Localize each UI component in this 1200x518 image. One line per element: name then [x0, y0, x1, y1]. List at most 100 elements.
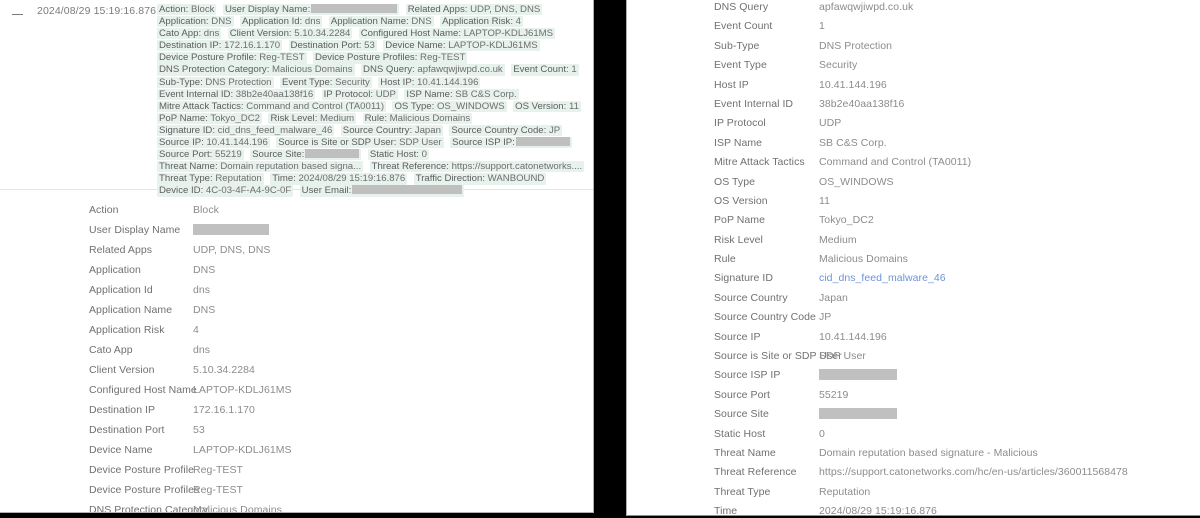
detail-label: Event Type [714, 59, 767, 72]
event-field-tag[interactable]: ISP Name: SB C&S Corp. [404, 88, 519, 100]
event-field-tag[interactable]: Traffic Direction: WANBOUND [413, 173, 547, 185]
event-field-tag[interactable]: Configured Host Name: LAPTOP-KDLJ61MS [358, 28, 556, 40]
detail-value: https://support.catonetworks.com/hc/en-u… [819, 466, 1128, 479]
event-field-tag[interactable]: Sub-Type: DNS Protection [157, 76, 274, 88]
event-field-tag[interactable]: Threat Name: Domain reputation based sig… [157, 161, 364, 173]
detail-row: IP Protocol UDP [627, 112, 1200, 131]
detail-value: DNS Protection [819, 39, 893, 52]
event-field-tag-key: Related Apps: [407, 4, 468, 15]
event-summary-header: 2024/08/29 15:19:16.876 Action: Block Us… [0, 0, 593, 197]
detail-value: Reg-TEST [193, 484, 243, 496]
detail-label: Mitre Attack Tactics [714, 156, 805, 169]
event-field-tag[interactable]: Source is Site or SDP User: SDP User [276, 137, 444, 149]
event-field-tag[interactable]: Device ID: 4C-03-4F-A4-9C-0F [157, 185, 294, 197]
event-field-tag[interactable]: Event Count: 1 [511, 64, 579, 76]
screenshot-root: 2024/08/29 15:19:16.876 Action: Block Us… [0, 0, 1200, 518]
event-field-tag[interactable]: Event Internal ID: 38b2e40aa138f16 [157, 88, 316, 100]
event-field-tag[interactable]: Action: Block [157, 4, 217, 16]
event-field-tag[interactable]: Source Site: [250, 149, 362, 161]
event-field-tag[interactable]: Application Id: dns [239, 16, 323, 28]
detail-label: Application Name [89, 304, 173, 316]
event-field-tag-value: 4 [513, 16, 522, 28]
event-field-tag-value: apfawqwjiwpd.co.uk [414, 64, 503, 76]
event-field-tag[interactable]: Static Host: 0 [367, 149, 429, 161]
event-field-tag-key: Source Port: [159, 149, 213, 161]
event-field-tag-key: Threat Name: [159, 161, 218, 173]
event-field-tag[interactable]: Device Posture Profile: Reg-TEST [157, 52, 307, 64]
event-field-tag[interactable]: Threat Reference: https://support.catone… [369, 161, 585, 173]
event-field-tag-value: 0 [418, 149, 427, 161]
detail-label: User Display Name [89, 224, 181, 236]
event-field-tag[interactable]: Destination Port: 53 [288, 40, 377, 52]
event-field-tag-key: ISP Name: [406, 88, 453, 100]
event-field-tag[interactable]: Signature ID: cid_dns_feed_malware_46 [157, 124, 335, 137]
event-field-tag[interactable]: User Display Name: [222, 4, 400, 16]
event-field-tag[interactable]: Device Name: LAPTOP-KDLJ61MS [383, 40, 540, 52]
detail-label: Device Posture Profiles [89, 484, 200, 496]
event-field-tag[interactable]: Rule: Malicious Domains [362, 112, 473, 125]
event-field-tag[interactable]: Destination IP: 172.16.1.170 [157, 40, 283, 52]
event-field-tag-value: DNS Protection [202, 76, 272, 88]
detail-label: Signature ID [714, 272, 773, 285]
detail-value: OS_WINDOWS [819, 175, 894, 188]
event-field-tag[interactable]: Time: 2024/08/29 15:19:16.876 [270, 173, 408, 185]
event-field-tag[interactable]: Event Type: Security [279, 76, 372, 88]
event-field-tag[interactable]: OS Version: 11 [513, 100, 581, 112]
event-field-tag[interactable]: PoP Name: Tokyo_DC2 [157, 112, 262, 125]
detail-label: Threat Reference [714, 466, 797, 479]
event-field-tag-value: 5.10.34.2284 [291, 28, 351, 40]
detail-value: Japan [819, 291, 848, 304]
event-field-tag[interactable]: Application: DNS [157, 16, 234, 28]
detail-value: 53 [193, 424, 205, 436]
event-field-tag[interactable]: Source Country Code: JP [449, 124, 563, 137]
event-field-tag[interactable]: Source ISP IP: [450, 137, 572, 149]
detail-value: dns [193, 284, 211, 296]
event-field-tag[interactable]: OS Type: OS_WINDOWS [392, 100, 507, 112]
event-field-tag-value: 10.41.144.196 [414, 76, 479, 88]
event-field-tag[interactable]: DNS Query: apfawqwjiwpd.co.uk [361, 64, 505, 76]
event-field-tag[interactable]: Application Risk: 4 [440, 16, 524, 28]
detail-row: Sub-Type DNS Protection [627, 35, 1200, 54]
event-field-tag-value: https://support.catonetworks.... [448, 161, 583, 173]
detail-row: Source Port 55219 [627, 384, 1200, 403]
event-field-tag[interactable]: Source IP: 10.41.144.196 [157, 137, 270, 149]
event-field-tag[interactable]: Mitre Attack Tactics: Command and Contro… [157, 100, 387, 112]
event-field-tag-key: Device Name: [385, 40, 446, 52]
event-field-tag[interactable]: Cato App: dns [157, 28, 222, 40]
detail-row: Event Type Security [627, 54, 1200, 73]
event-field-tag-key: Device Posture Profiles: [315, 52, 418, 64]
detail-label: Application Id [89, 284, 153, 296]
minus-icon[interactable] [12, 10, 23, 19]
detail-label: Threat Name [714, 446, 776, 459]
event-field-tag[interactable]: Source Country: Japan [340, 124, 443, 137]
detail-value: Medium [819, 233, 857, 246]
event-field-tag[interactable]: Risk Level: Medium [268, 112, 357, 125]
event-field-tag[interactable]: Client Version: 5.10.34.2284 [227, 28, 353, 40]
detail-label: Action [89, 204, 119, 216]
detail-value: LAPTOP-KDLJ61MS [193, 384, 292, 396]
detail-row: Time 2024/08/29 15:19:16.876 [627, 500, 1200, 515]
event-field-tag-value: UDP [373, 88, 396, 100]
event-field-tag[interactable]: Source Port: 55219 [157, 149, 244, 161]
detail-value-link[interactable]: cid_dns_feed_malware_46 [819, 272, 946, 284]
event-field-tag[interactable]: Related Apps: UDP, DNS, DNS [405, 4, 543, 16]
event-field-tag-key: Source Country: [342, 124, 413, 136]
event-field-tag[interactable]: User Email: [299, 185, 465, 197]
event-field-tag[interactable]: Application Name: DNS [328, 16, 434, 28]
event-field-tag[interactable]: Device Posture Profiles: Reg-TEST [313, 52, 468, 64]
detail-row: Cato App dns [0, 339, 593, 359]
event-field-tag-key: DNS Protection Category: [159, 64, 270, 76]
event-field-tag-value: Malicious Domains [269, 64, 353, 76]
event-field-tag[interactable]: IP Protocol: UDP [321, 88, 398, 100]
event-field-tag-value: cid_dns_feed_malware_46 [215, 124, 333, 136]
detail-value: 38b2e40aa138f16 [819, 97, 905, 110]
event-field-tag-key: User Display Name: [224, 4, 311, 15]
redacted-value [193, 224, 269, 235]
event-field-tag[interactable]: DNS Protection Category: Malicious Domai… [157, 64, 355, 76]
event-field-tag[interactable]: Threat Type: Reputation [157, 173, 264, 185]
event-field-tag[interactable]: Host IP: 10.41.144.196 [378, 76, 481, 88]
detail-label: Risk Level [714, 233, 763, 246]
event-field-tag-key: Signature ID: [159, 124, 215, 136]
detail-label: Application [89, 264, 141, 276]
detail-row: Application Risk 4 [0, 319, 593, 339]
